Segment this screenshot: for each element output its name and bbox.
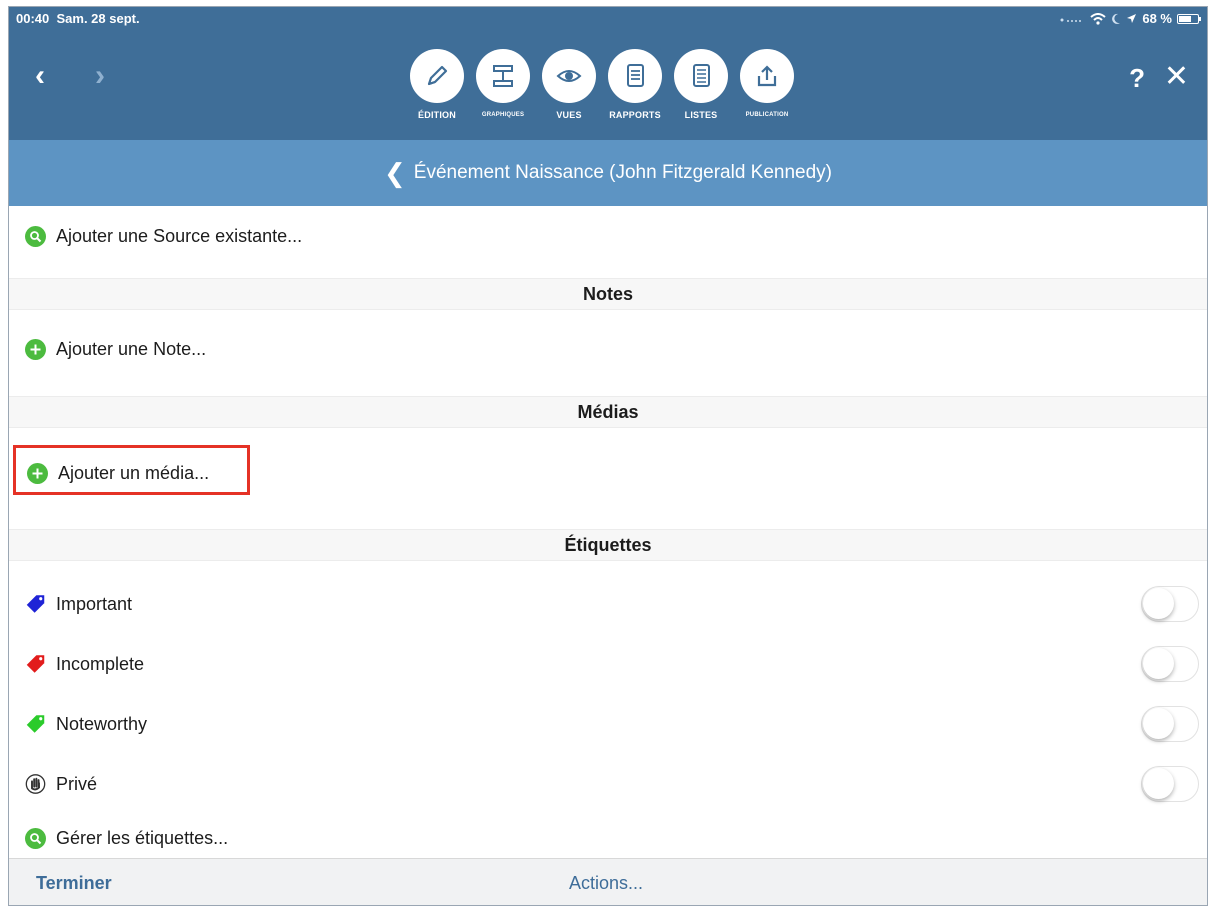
tag-toggle-incomplete[interactable] xyxy=(1141,646,1199,682)
status-indicators: 68 % xyxy=(1059,11,1201,26)
battery-icon xyxy=(1177,13,1201,24)
tag-toggle-noteworthy[interactable] xyxy=(1141,706,1199,742)
tag-label: Noteworthy xyxy=(56,713,148,734)
clock: 00:40 xyxy=(16,11,50,26)
manage-tags-label: Gérer les étiquettes... xyxy=(56,827,229,848)
moon-icon xyxy=(1112,13,1121,24)
section-medias: Médias xyxy=(9,396,1207,428)
app-window: 00:40 Sam. 28 sept. 68 % ‹ › ÉDITION GRA… xyxy=(8,6,1208,906)
tab-label: GRAPHIQUES xyxy=(481,112,525,118)
tab-label: VUES xyxy=(556,110,582,120)
add-note-label: Ajouter une Note... xyxy=(56,338,207,359)
location-icon xyxy=(1127,14,1137,23)
add-note-row[interactable]: Ajouter une Note... xyxy=(9,335,1207,363)
forward-button[interactable]: › xyxy=(95,61,105,91)
tab-label: LISTES xyxy=(684,110,718,120)
status-date: Sam. 28 sept. xyxy=(56,11,140,26)
list-icon xyxy=(674,49,728,103)
wifi-icon xyxy=(1090,12,1107,25)
main-toolbar: ÉDITION GRAPHIQUES VUES RAPPORTS LISTES … xyxy=(409,49,795,120)
tag-row: Incomplete xyxy=(9,644,1207,684)
tab-graphiques[interactable]: GRAPHIQUES xyxy=(475,49,531,120)
tag-icon xyxy=(25,654,46,675)
signal-icon xyxy=(1060,18,1082,22)
section-title: Médias xyxy=(577,401,639,422)
section-notes: Notes xyxy=(9,278,1207,310)
add-source-row[interactable]: Ajouter une Source existante... xyxy=(9,222,1207,250)
tag-row: Noteworthy xyxy=(9,704,1207,744)
content-list: Ajouter une Source existante... Notes Aj… xyxy=(9,206,1207,858)
close-button[interactable]: ✕ xyxy=(1164,62,1189,92)
top-bar: 00:40 Sam. 28 sept. 68 % ‹ › ÉDITION GRA… xyxy=(9,7,1207,140)
chevron-left-icon: ❮ xyxy=(383,157,406,188)
tab-label: RAPPORTS xyxy=(609,110,661,120)
done-button[interactable]: Terminer xyxy=(36,873,112,894)
eye-icon xyxy=(542,49,596,103)
tag-toggle-prive[interactable] xyxy=(1141,766,1199,802)
plus-icon xyxy=(25,338,46,360)
highlight-box xyxy=(13,445,250,495)
hand-stop-icon xyxy=(25,774,46,795)
manage-tags-row[interactable]: Gérer les étiquettes... xyxy=(9,824,1207,852)
tab-listes[interactable]: LISTES xyxy=(673,49,729,120)
tab-edition[interactable]: ÉDITION xyxy=(409,49,465,120)
tab-publication[interactable]: PUBLICATION xyxy=(739,49,795,120)
page-title: Événement Naissance (John Fitzgerald Ken… xyxy=(413,162,833,183)
subheader[interactable]: ❮ Événement Naissance (John Fitzgerald K… xyxy=(9,140,1207,206)
back-button[interactable]: ‹ xyxy=(35,61,45,91)
pencil-icon xyxy=(410,49,464,103)
tag-row: Important xyxy=(9,584,1207,624)
help-button[interactable]: ? xyxy=(1129,63,1145,93)
status-bar: 00:40 Sam. 28 sept. 68 % xyxy=(9,7,1207,29)
report-icon xyxy=(608,49,662,103)
add-source-label: Ajouter une Source existante... xyxy=(56,225,303,246)
tag-toggle-important[interactable] xyxy=(1141,586,1199,622)
tab-vues[interactable]: VUES xyxy=(541,49,597,120)
section-title: Étiquettes xyxy=(564,534,652,555)
tab-label: PUBLICATION xyxy=(745,112,789,118)
tag-icon xyxy=(25,594,46,615)
tab-rapports[interactable]: RAPPORTS xyxy=(607,49,663,120)
tab-label: ÉDITION xyxy=(418,110,456,120)
section-title: Notes xyxy=(582,283,633,304)
tag-label: Incomplete xyxy=(56,653,145,674)
search-icon xyxy=(25,827,46,849)
tag-row: Privé xyxy=(9,764,1207,804)
search-icon xyxy=(25,225,46,247)
status-time: 00:40 Sam. 28 sept. xyxy=(16,11,140,26)
tag-label: Important xyxy=(56,593,133,614)
tag-icon xyxy=(25,714,46,735)
bottom-bar: Terminer Actions... xyxy=(9,858,1207,905)
battery-percent: 68 % xyxy=(1142,11,1172,26)
upload-icon xyxy=(740,49,794,103)
tag-label: Privé xyxy=(56,773,98,794)
actions-button[interactable]: Actions... xyxy=(569,873,643,894)
chart-icon xyxy=(476,49,530,103)
section-etiquettes: Étiquettes xyxy=(9,529,1207,561)
